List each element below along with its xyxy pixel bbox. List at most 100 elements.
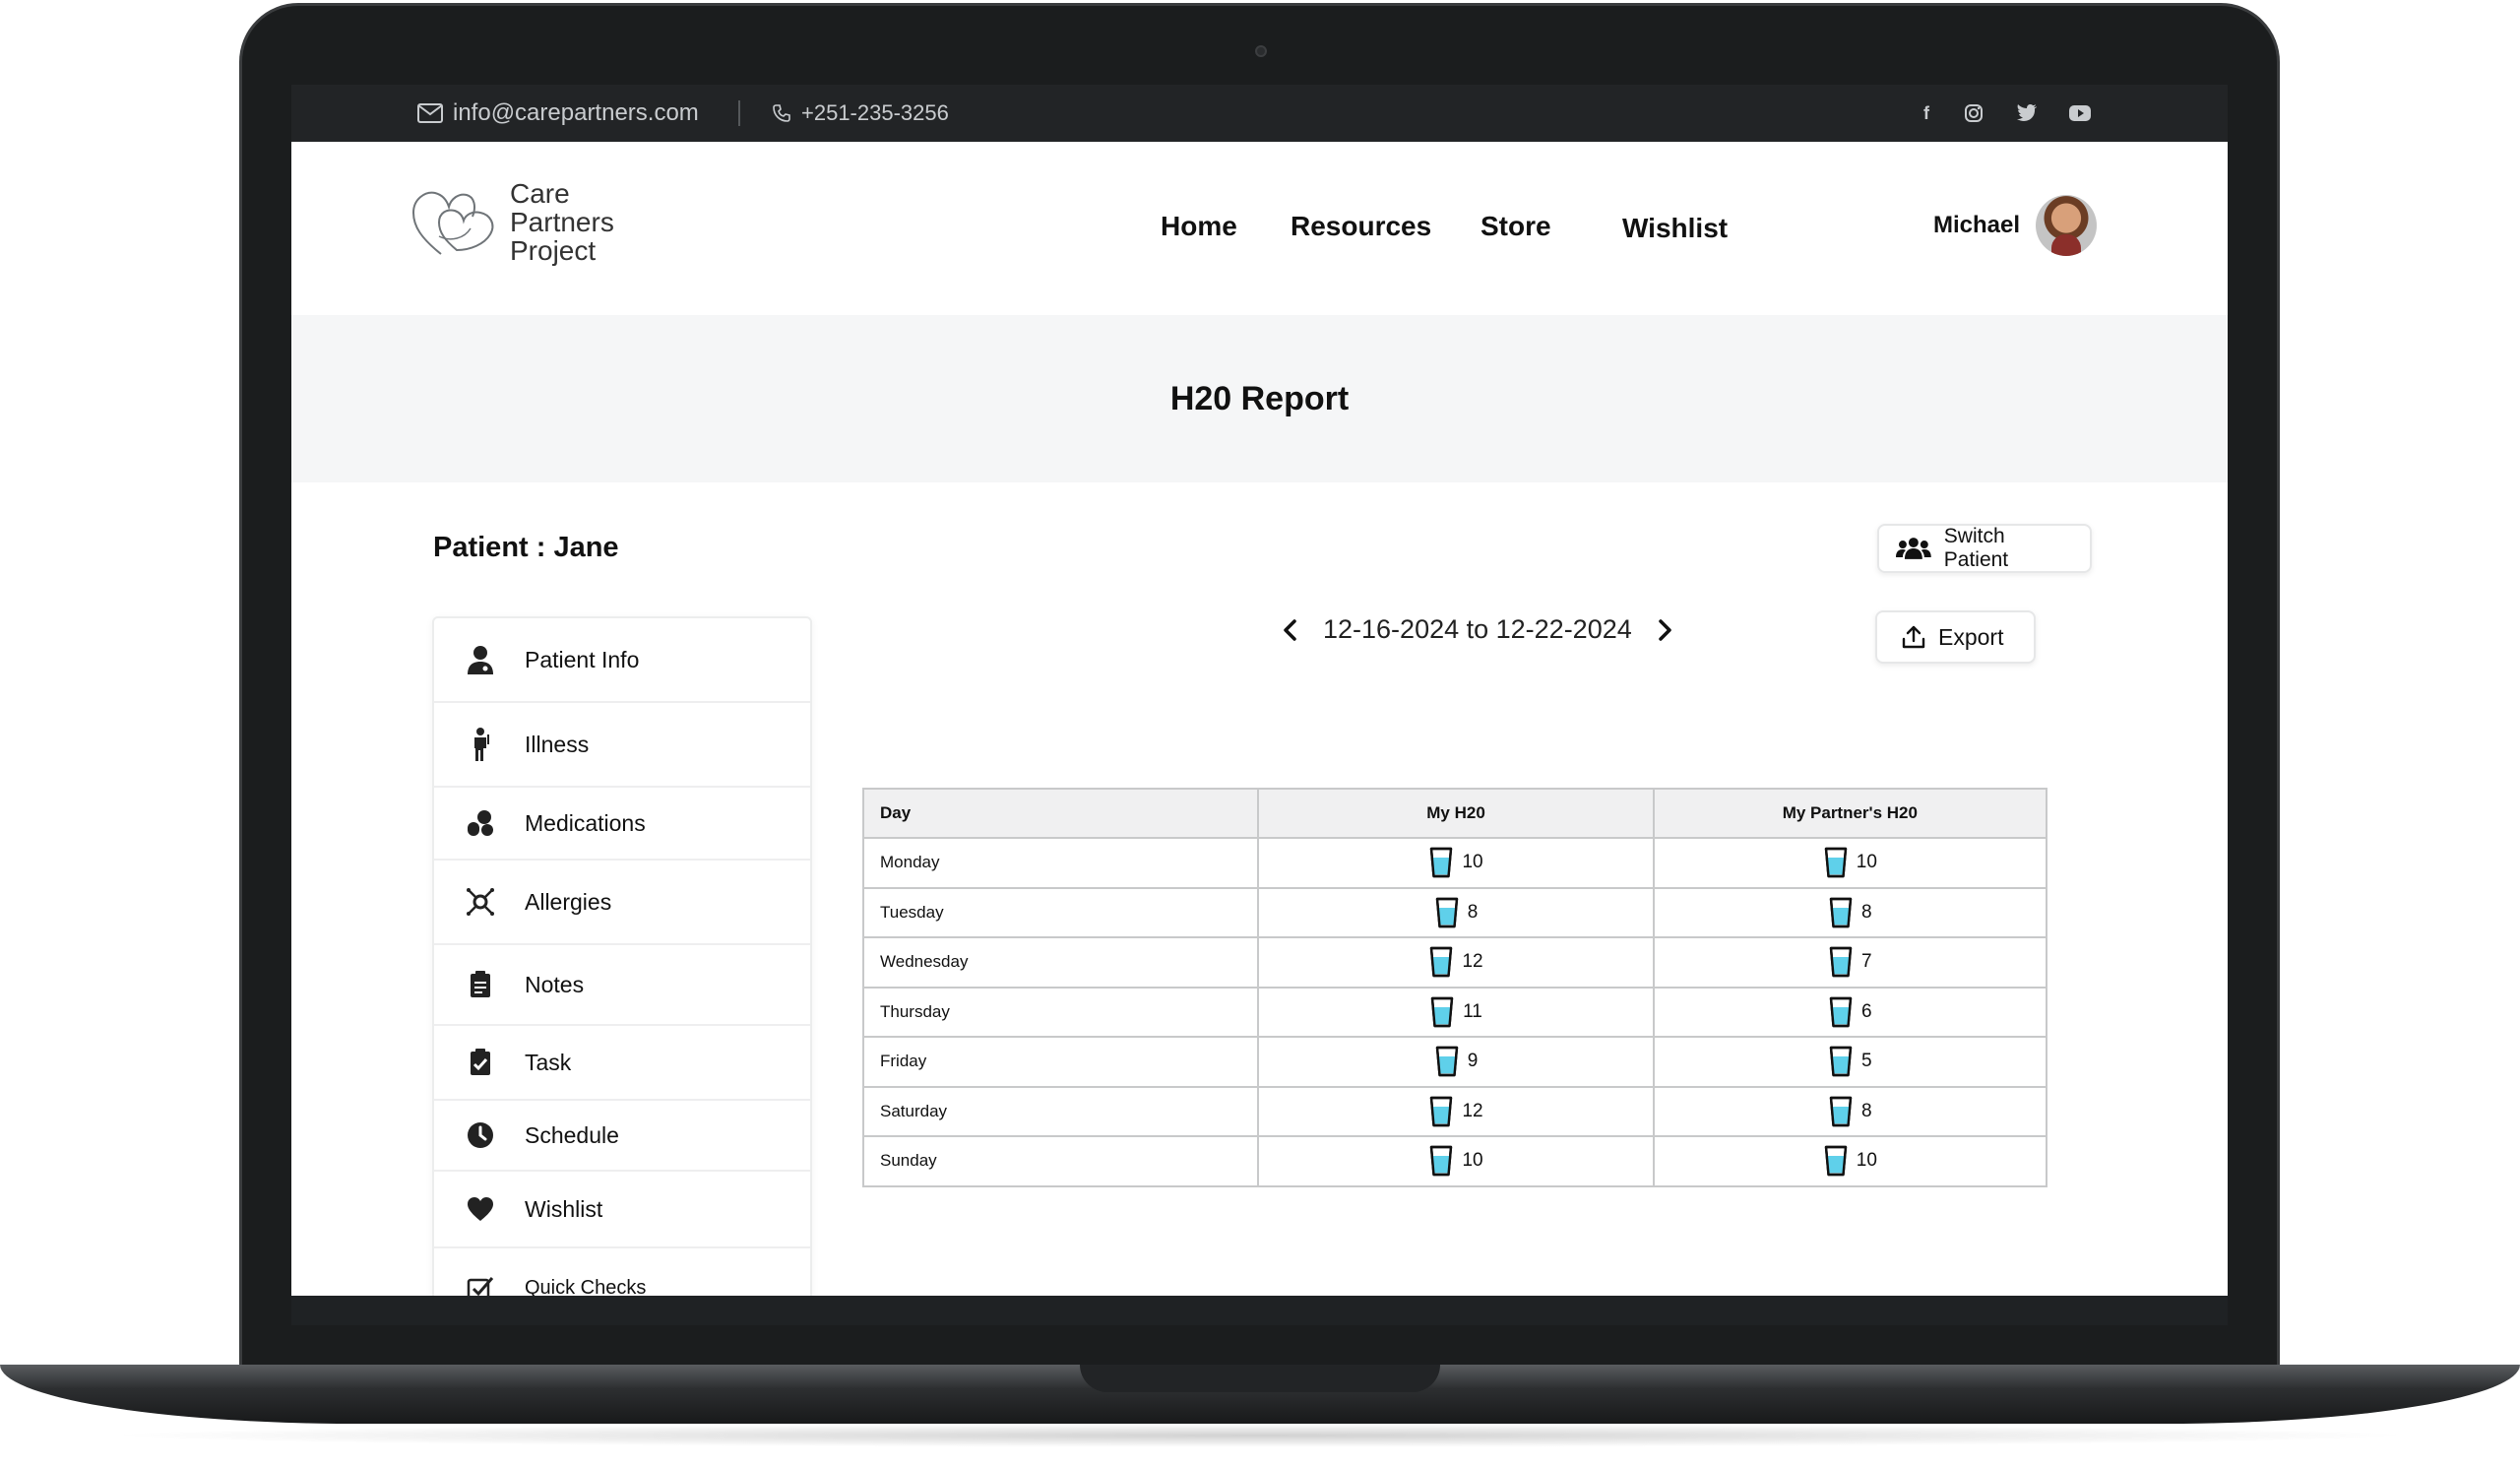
partner-h20-value: 8	[1861, 901, 1872, 923]
export-label: Export	[1938, 623, 2004, 650]
heart-icon	[466, 1194, 495, 1224]
table-row: Monday 10 10	[861, 837, 2048, 889]
upload-icon	[1902, 625, 1925, 649]
sidebar-item-wishlist[interactable]: Wishlist	[434, 1172, 810, 1248]
water-glass-icon	[1430, 947, 1453, 978]
my-h20-value: 9	[1467, 1051, 1479, 1072]
switch-patient-button[interactable]: Switch Patient	[1877, 524, 2092, 573]
my-h20-value: 8	[1467, 901, 1479, 923]
next-week-button[interactable]	[1654, 615, 1677, 645]
nav-wishlist[interactable]: Wishlist	[1622, 213, 1728, 244]
sidebar-item-schedule[interactable]: Schedule	[434, 1101, 810, 1172]
phone-icon	[773, 104, 790, 122]
prev-week-button[interactable]	[1278, 615, 1301, 645]
phone-contact[interactable]: +251-235-3256	[772, 85, 949, 142]
person-ill-icon	[466, 728, 495, 761]
sidebar-item-label: Notes	[525, 971, 585, 997]
logo-wordmark: Care Partners Project	[510, 179, 614, 265]
clipboard-check-icon	[466, 1048, 495, 1077]
date-range-nav: 12-16-2024 to 12-22-2024	[1278, 614, 1677, 645]
table-row: Tuesday 8 8	[861, 886, 2048, 938]
water-glass-icon	[1430, 996, 1454, 1027]
sidebar-item-label: Allergies	[525, 888, 612, 915]
table-row: Wednesday 12 7	[861, 936, 2048, 989]
mail-icon	[417, 103, 443, 123]
email-text: info@carepartners.com	[453, 99, 699, 126]
water-glass-icon	[1829, 996, 1853, 1027]
logo-line-1: Care	[510, 178, 570, 209]
facebook-icon[interactable]: f	[1915, 101, 1938, 125]
sidebar-item-label: Medications	[525, 809, 646, 836]
logo-line-3: Project	[510, 235, 597, 266]
twitter-icon[interactable]	[2015, 101, 2039, 125]
day-cell: Friday	[861, 1036, 1260, 1088]
water-glass-icon	[1435, 897, 1458, 927]
sidebar-item-label: Illness	[525, 731, 590, 757]
sidebar-item-allergies[interactable]: Allergies	[434, 861, 810, 945]
nav-store[interactable]: Store	[1480, 211, 1551, 242]
youtube-icon[interactable]	[2068, 101, 2092, 125]
user-doctor-icon	[466, 645, 495, 674]
email-contact[interactable]: info@carepartners.com	[417, 85, 699, 142]
sidebar-item-task[interactable]: Task	[434, 1026, 810, 1101]
day-cell: Tuesday	[861, 886, 1260, 938]
my-h20-cell: 10	[1257, 837, 1655, 889]
partner-h20-value: 10	[1856, 1150, 1877, 1172]
water-glass-icon	[1435, 1047, 1458, 1077]
sidebar-item-label: Quick Checks	[525, 1276, 647, 1297]
pills-icon	[466, 808, 495, 838]
water-glass-icon	[1829, 897, 1853, 927]
sidebar-item-patient-info[interactable]: Patient Info	[434, 618, 810, 703]
partner-h20-cell: 8	[1652, 1085, 2048, 1137]
chevron-right-icon	[1659, 618, 1671, 641]
patient-label: Patient : Jane	[433, 532, 619, 563]
instagram-icon[interactable]	[1962, 101, 1985, 125]
water-glass-icon	[1824, 848, 1847, 878]
day-cell: Monday	[861, 837, 1260, 889]
logo[interactable]: Care Partners Project	[411, 179, 614, 265]
table-body: Monday 10 10 Tuesday 8 8 Wednesday 12 7 Thursday 1…	[861, 837, 2048, 1187]
laptop-bezel	[291, 1296, 2228, 1325]
my-h20-value: 10	[1462, 852, 1483, 873]
water-glass-icon	[1829, 1047, 1853, 1077]
title-band: H20 Report	[291, 315, 2228, 482]
export-button[interactable]: Export	[1875, 610, 2036, 664]
table-row: Friday 9 5	[861, 1036, 2048, 1088]
table-row: Thursday 11 6	[861, 986, 2048, 1038]
table-header-row: Day My H20 My Partner's H20	[861, 788, 2048, 839]
hearts-logo-icon	[411, 191, 494, 255]
my-h20-value: 12	[1462, 1100, 1483, 1121]
patient-sidebar: Patient Info Illness Medications Allergi…	[432, 616, 812, 1296]
laptop-shadow	[98, 1424, 2422, 1447]
switch-patient-label: Switch Patient	[1943, 525, 2009, 571]
laptop-notch	[1080, 1365, 1440, 1392]
sidebar-item-quick-checks[interactable]: Quick Checks	[434, 1248, 810, 1297]
sidebar-item-label: Patient Info	[525, 646, 640, 672]
day-cell: Sunday	[861, 1135, 1260, 1187]
sidebar-item-medications[interactable]: Medications	[434, 788, 810, 861]
user-name: Michael	[1933, 212, 2021, 238]
camera-icon	[1255, 45, 1267, 57]
my-h20-cell: 12	[1257, 936, 1655, 989]
virus-icon	[466, 887, 495, 917]
partner-h20-cell: 10	[1652, 837, 2048, 889]
day-cell: Wednesday	[861, 936, 1260, 989]
nav-resources[interactable]: Resources	[1291, 211, 1431, 242]
sidebar-item-illness[interactable]: Illness	[434, 703, 810, 788]
avatar[interactable]	[2036, 195, 2098, 256]
sidebar-item-label: Wishlist	[525, 1195, 603, 1222]
partner-h20-value: 10	[1856, 852, 1877, 873]
my-h20-cell: 8	[1257, 886, 1655, 938]
column-header-day: Day	[861, 788, 1260, 839]
user-menu[interactable]: Michael	[1933, 195, 2098, 256]
partner-h20-cell: 6	[1652, 986, 2048, 1038]
partner-h20-value: 7	[1861, 951, 1872, 973]
partner-h20-value: 8	[1861, 1100, 1872, 1121]
page-title: H20 Report	[1169, 379, 1350, 417]
sidebar-item-notes[interactable]: Notes	[434, 945, 810, 1026]
table-row: Sunday 10 10	[861, 1135, 2048, 1187]
day-cell: Saturday	[861, 1085, 1260, 1137]
nav-home[interactable]: Home	[1161, 211, 1237, 242]
notes-icon	[466, 970, 495, 999]
sidebar-item-label: Schedule	[525, 1121, 619, 1148]
